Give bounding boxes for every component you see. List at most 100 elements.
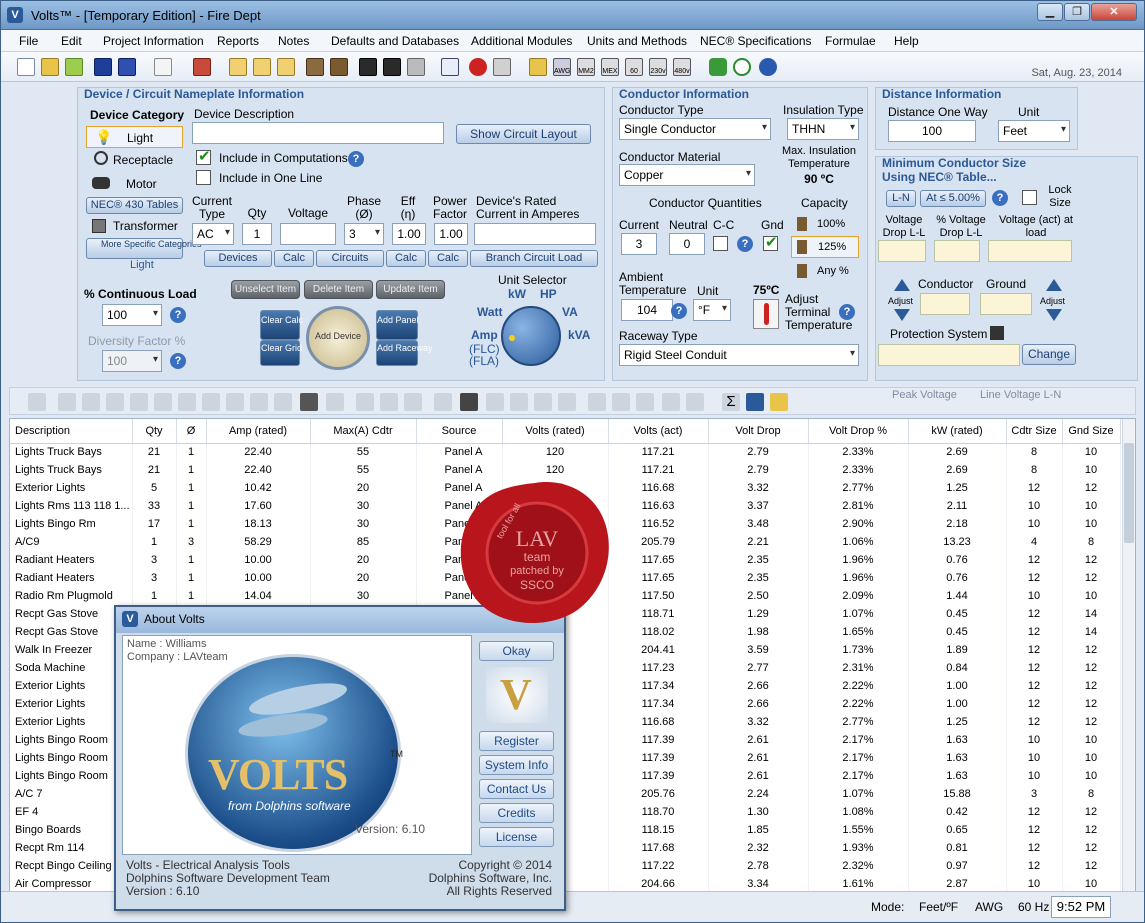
maximize-button[interactable]: ❐ <box>1064 3 1090 21</box>
category-transformer[interactable]: Transformer <box>86 216 183 236</box>
diversity-select[interactable]: 100 <box>102 350 162 372</box>
grid-scrollbar[interactable] <box>1122 419 1135 891</box>
voltage-input[interactable] <box>280 223 336 245</box>
current-qty-input[interactable]: 3 <box>621 233 657 255</box>
unit-kw[interactable]: kW <box>508 287 526 301</box>
report-s-icon[interactable] <box>253 58 271 76</box>
tool-icon[interactable] <box>558 393 576 411</box>
category-motor[interactable]: Motor <box>86 174 183 194</box>
ambient-temp-input[interactable]: 104 <box>621 299 673 321</box>
conductor-type-select[interactable]: Single Conductor <box>619 118 771 140</box>
capacity-any[interactable]: Any % <box>793 262 859 282</box>
menu-project-information[interactable]: Project Information <box>103 34 204 48</box>
print-icon[interactable] <box>193 58 211 76</box>
rated-current-input[interactable] <box>474 223 596 245</box>
nec-icon[interactable] <box>469 58 487 76</box>
continuous-load-select[interactable]: 100 <box>102 304 162 326</box>
tool-icon[interactable] <box>662 393 680 411</box>
new-file-icon[interactable] <box>17 58 35 76</box>
okay-button[interactable]: Okay <box>479 641 554 661</box>
thermometer-icon[interactable] <box>753 299 779 329</box>
sum-icon[interactable]: Σ <box>722 393 740 411</box>
distance-one-way-input[interactable]: 100 <box>888 120 976 142</box>
menu-units-methods[interactable]: Units and Methods <box>587 34 687 48</box>
phase-select[interactable]: 3 <box>344 223 384 245</box>
credits-button[interactable]: Credits <box>479 803 554 823</box>
clear-grid-button[interactable]: Clear Grid <box>260 340 302 366</box>
column-header[interactable]: Cdtr Size <box>1006 419 1063 444</box>
conductor-material-select[interactable]: Copper <box>619 164 755 186</box>
save-as-icon[interactable] <box>118 58 136 76</box>
adjust-up-icon[interactable] <box>1046 279 1062 291</box>
coins-icon[interactable] <box>770 393 788 411</box>
tool-icon[interactable] <box>226 393 244 411</box>
lock-size-checkbox[interactable] <box>1022 190 1037 205</box>
pct-limit-button[interactable]: At ≤ 5.00% <box>920 190 986 207</box>
menu-edit[interactable]: Edit <box>61 34 82 48</box>
circuits-button[interactable]: Circuits <box>316 250 384 267</box>
column-header[interactable]: Ø <box>176 419 207 444</box>
tool-icon[interactable] <box>588 393 606 411</box>
units-icon[interactable] <box>529 58 547 76</box>
tool-icon[interactable] <box>686 393 704 411</box>
unit-watt[interactable]: Watt <box>477 305 503 319</box>
gnd-checkbox[interactable] <box>763 233 778 251</box>
help-icon[interactable]: ? <box>348 151 364 167</box>
power-factor-input[interactable]: 1.00 <box>434 223 468 245</box>
mm2-icon[interactable]: MM2 <box>577 58 595 76</box>
tool-icon[interactable] <box>28 393 46 411</box>
hz60-icon[interactable]: 60 <box>625 58 643 76</box>
tool-icon[interactable] <box>434 393 452 411</box>
panel-icon[interactable] <box>306 58 324 76</box>
close-button[interactable]: ✕ <box>1091 3 1137 21</box>
unit-va[interactable]: VA <box>562 305 578 319</box>
open-recent-icon[interactable] <box>65 58 83 76</box>
tool-icon[interactable] <box>404 393 422 411</box>
device-description-input[interactable] <box>192 122 444 144</box>
devices-button[interactable]: Devices <box>204 250 272 267</box>
change-button[interactable]: Change <box>1022 344 1076 365</box>
open-folder-icon[interactable] <box>41 58 59 76</box>
raceway-type-select[interactable]: Rigid Steel Conduit <box>619 344 859 366</box>
help-icon[interactable]: ? <box>170 353 186 369</box>
capacity-125[interactable]: 125% <box>791 236 859 258</box>
menu-defaults[interactable]: Defaults and Databases <box>331 34 459 48</box>
info-b-icon[interactable] <box>383 58 401 76</box>
help-icon[interactable]: ? <box>992 190 1008 206</box>
calc-button[interactable]: Calc <box>428 250 468 267</box>
include-computations-checkbox[interactable] <box>196 147 211 165</box>
category-light[interactable]: 💡 Light <box>86 126 183 148</box>
tool-icon[interactable] <box>58 393 76 411</box>
tool-icon[interactable] <box>178 393 196 411</box>
scrollbar-thumb[interactable] <box>1124 443 1134 543</box>
ll-ln-button[interactable]: L-N <box>886 190 916 207</box>
delete-item-button[interactable]: Delete Item <box>304 280 373 299</box>
menu-nec-specifications[interactable]: NEC® Specifications <box>700 34 812 48</box>
save-icon[interactable] <box>94 58 112 76</box>
branch-circuit-load-button[interactable]: Branch Circuit Load <box>470 250 598 267</box>
help-icon[interactable]: ? <box>737 236 753 252</box>
adjust-down-icon[interactable] <box>894 309 910 321</box>
temp-unit-select[interactable]: °F <box>693 299 731 321</box>
clear-calc-button[interactable]: Clear Calc <box>260 310 303 340</box>
column-header[interactable]: Volt Drop % <box>808 419 909 444</box>
tool-icon[interactable] <box>82 393 100 411</box>
cc-checkbox[interactable] <box>713 236 728 251</box>
mex-icon[interactable]: MEX <box>601 58 619 76</box>
menu-formulae[interactable]: Formulae <box>825 34 876 48</box>
fx-icon[interactable] <box>493 58 511 76</box>
chart-icon[interactable] <box>441 58 459 76</box>
calc-button[interactable]: Calc <box>274 250 314 267</box>
calc-button[interactable]: Calc <box>386 250 426 267</box>
panel-icon[interactable] <box>990 326 1004 340</box>
info-a-icon[interactable] <box>359 58 377 76</box>
ruler-icon[interactable] <box>407 58 425 76</box>
unit-hp[interactable]: HP <box>540 287 557 301</box>
tool-icon[interactable] <box>274 393 292 411</box>
category-receptacle[interactable]: Receptacle <box>86 150 183 170</box>
tool-icon[interactable] <box>154 393 172 411</box>
unit-selector-knob[interactable] <box>501 306 561 366</box>
nec430-tables-button[interactable]: NEC® 430 Tables <box>86 197 183 214</box>
tool-icon[interactable] <box>106 393 124 411</box>
awg-icon[interactable]: AWG <box>553 58 571 76</box>
